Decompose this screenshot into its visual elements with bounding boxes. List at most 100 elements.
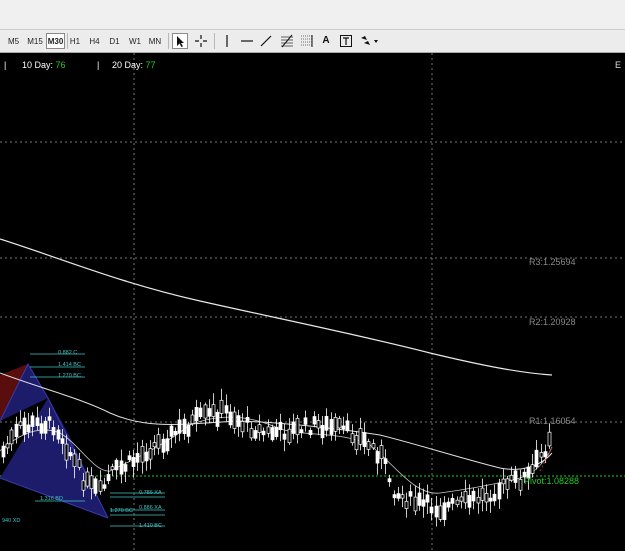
candle-body <box>387 478 392 483</box>
text-icon[interactable]: A <box>318 33 334 49</box>
candle-body <box>413 496 418 512</box>
r1-level-label: R1:1.16054 <box>529 416 576 426</box>
candle-body <box>93 478 98 494</box>
candle-body <box>152 442 157 448</box>
timeframe-h4[interactable]: H4 <box>87 33 102 49</box>
candle-body <box>345 420 350 432</box>
candle-body <box>366 441 371 450</box>
timeframe-mn[interactable]: MN <box>146 33 164 49</box>
candle-body <box>68 452 73 457</box>
candle-body <box>333 417 338 432</box>
candle-body <box>425 494 430 503</box>
text-label-icon[interactable] <box>338 33 354 49</box>
candle-body <box>198 407 203 418</box>
candle-body <box>282 433 287 440</box>
candle-body <box>72 453 77 467</box>
timeframe-w1[interactable]: W1 <box>127 33 143 49</box>
timeframe-m15[interactable]: M15 <box>25 33 45 49</box>
candle-body <box>362 432 367 447</box>
candle-body <box>106 474 111 482</box>
candle-body <box>509 474 514 481</box>
cursor-icon[interactable] <box>172 33 188 49</box>
candle-body <box>35 417 40 427</box>
candle-body <box>169 425 174 437</box>
candle-body <box>278 422 283 431</box>
candle-body <box>77 458 82 468</box>
candle-body <box>194 407 199 422</box>
candle-body <box>173 430 178 436</box>
horizontal-line-icon[interactable] <box>239 33 255 49</box>
fib-label: 0.786 XA <box>139 490 162 496</box>
candle-body <box>438 505 443 520</box>
candle-body <box>455 499 460 506</box>
candle-body <box>102 484 107 489</box>
candle-body <box>135 453 140 463</box>
shapes-dropdown-icon[interactable] <box>358 33 380 49</box>
candle-body <box>518 479 523 491</box>
candle-body <box>98 480 103 492</box>
candle-body <box>249 428 254 439</box>
candle-body <box>56 429 61 440</box>
timeframe-h1[interactable]: H1 <box>68 33 82 49</box>
candle-body <box>266 426 271 434</box>
candle-body <box>329 419 334 435</box>
candle-body <box>434 505 439 518</box>
candle-body <box>396 493 401 499</box>
timeframe-m5[interactable]: M5 <box>5 33 22 49</box>
candle-body <box>131 457 136 467</box>
candle-body <box>211 404 216 417</box>
candle-body <box>543 451 548 458</box>
candle-body <box>203 404 208 419</box>
candle-body <box>488 497 493 502</box>
fib-label: 1.270 BC <box>110 508 133 514</box>
grid-icon[interactable] <box>299 33 315 49</box>
candle-body <box>236 415 241 427</box>
header-divider: | <box>97 60 100 70</box>
right-edge-marker: E <box>615 60 622 70</box>
candle-body <box>421 499 426 507</box>
crosshair-icon[interactable] <box>193 33 209 49</box>
candle-body <box>291 421 296 434</box>
candle-body <box>240 421 245 433</box>
timeframe-d1[interactable]: D1 <box>107 33 122 49</box>
candle-body <box>392 494 397 499</box>
candle-body <box>492 493 497 502</box>
candle-body <box>47 416 52 421</box>
candle-body <box>190 414 195 424</box>
candle-body <box>383 458 388 464</box>
candle-body <box>161 438 166 453</box>
candle-body <box>144 451 149 462</box>
candle-body <box>224 405 229 414</box>
fib-label: 0.882 C <box>58 350 78 356</box>
candle-body <box>261 430 266 436</box>
candle-body <box>371 443 376 449</box>
candle-body <box>123 464 128 472</box>
candle-body <box>501 478 506 485</box>
fibonacci-icon[interactable] <box>279 33 295 49</box>
trendline-icon[interactable] <box>258 33 274 49</box>
candle-body <box>287 428 292 444</box>
price-chart[interactable]: R3:1.25694 R2:1.20928 R1:1.16054 Pivot:1… <box>0 53 625 551</box>
candle-body <box>341 425 346 430</box>
candle-body <box>165 438 170 452</box>
vertical-line-icon[interactable] <box>219 33 235 49</box>
candle-body <box>547 431 552 447</box>
candle-body <box>471 490 476 502</box>
ten-day-indicator: 10 Day: 76 <box>22 60 66 70</box>
candle-body <box>177 419 182 434</box>
candle-body <box>39 423 44 434</box>
candle-body <box>219 399 224 414</box>
candle-body <box>463 491 468 504</box>
candle-body <box>417 492 422 506</box>
candle-body <box>119 460 124 475</box>
candle-body <box>89 475 94 490</box>
candle-body <box>308 430 313 436</box>
candle-body <box>60 438 65 444</box>
candle-body <box>182 418 187 435</box>
candle-body <box>270 427 275 441</box>
fib-label: 1.270 BC <box>58 373 81 379</box>
fib-label: 1.410 BC <box>139 523 162 529</box>
candle-body <box>539 452 544 458</box>
candle-body <box>43 420 48 434</box>
timeframe-m30[interactable]: M30 <box>46 33 65 49</box>
